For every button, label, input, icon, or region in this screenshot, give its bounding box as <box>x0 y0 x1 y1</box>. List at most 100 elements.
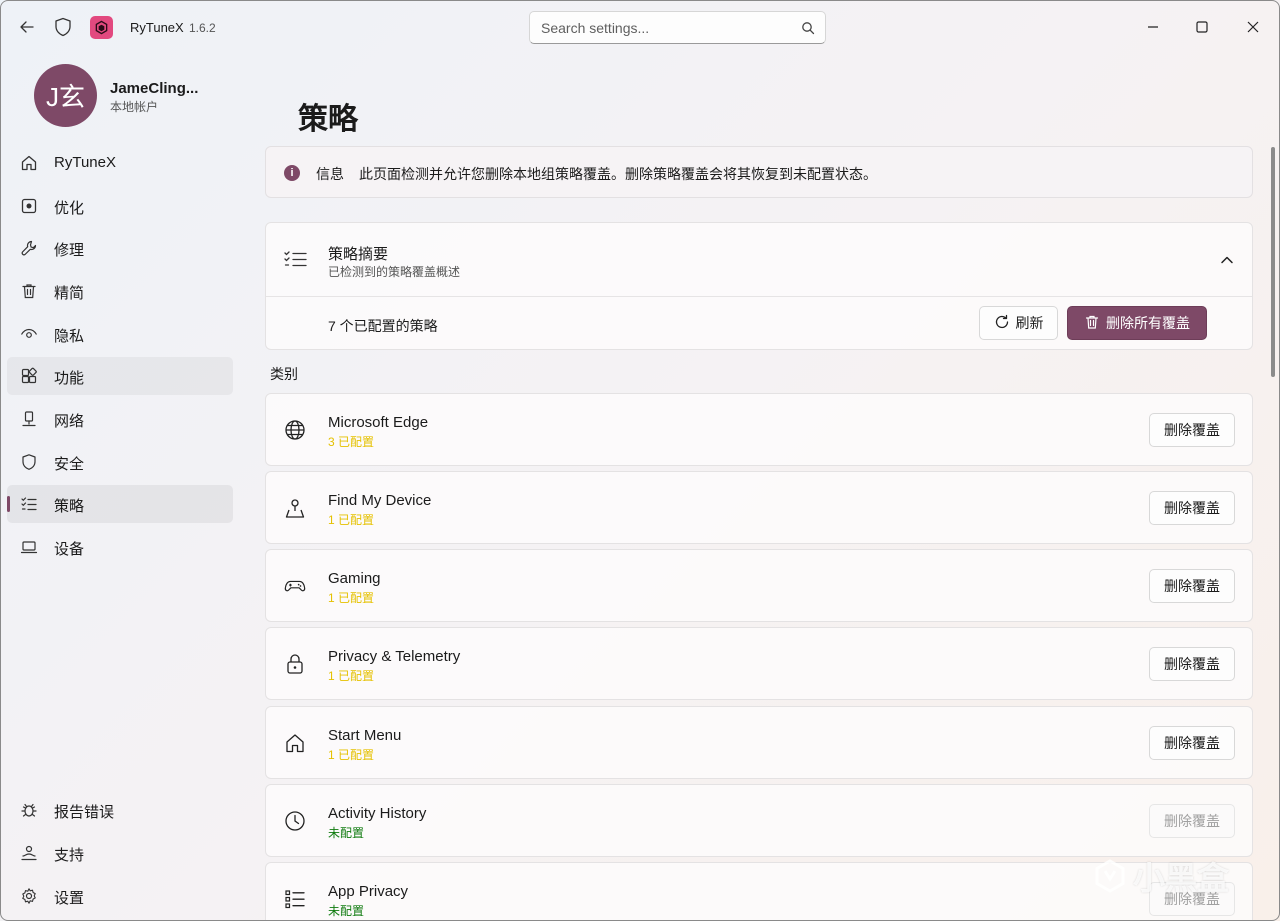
sidebar-item-label: 安全 <box>54 456 85 473</box>
category-card-microsoft-edge: Microsoft Edge 3 已配置 删除覆盖 <box>265 393 1253 466</box>
avatar[interactable]: J玄 <box>34 64 97 127</box>
configured-count: 7 个已配置的策略 <box>328 318 438 334</box>
policy-icon <box>284 249 308 274</box>
category-name: Microsoft Edge <box>328 414 429 431</box>
chevron-up-icon[interactable] <box>1220 252 1234 270</box>
refresh-label: 刷新 <box>1015 315 1044 331</box>
category-status: 1 已配置 <box>328 591 375 605</box>
sidebar-item-report-bug[interactable]: 报告错误 <box>7 791 233 829</box>
category-status: 1 已配置 <box>328 748 375 762</box>
category-card-gaming: Gaming 1 已配置 删除覆盖 <box>265 549 1253 622</box>
category-name: Start Menu <box>328 727 402 744</box>
category-name: Activity History <box>328 805 427 822</box>
location-icon <box>284 497 306 519</box>
category-status: 3 已配置 <box>328 435 375 449</box>
sidebar-item-network[interactable]: 网络 <box>7 400 233 438</box>
sidebar-item-debloat[interactable]: 精简 <box>7 272 233 310</box>
trash-icon <box>1084 314 1100 333</box>
sidebar-item-label: 优化 <box>54 200 85 217</box>
delete-override-button[interactable]: 删除覆盖 <box>1149 804 1235 838</box>
category-card-activity-history: Activity History 未配置 删除覆盖 <box>265 784 1253 857</box>
app-version: 1.6.2 <box>189 21 216 35</box>
user-name: JameCling... <box>110 80 199 97</box>
page-title: 策略 <box>298 103 358 136</box>
watermark: 小黑盒 <box>1093 853 1229 899</box>
maximize-button[interactable] <box>1190 15 1214 39</box>
sidebar-item-label: 网络 <box>54 413 85 430</box>
delete-override-button[interactable]: 删除覆盖 <box>1149 413 1235 447</box>
sidebar-item-label: 报告错误 <box>54 804 115 821</box>
trash-icon <box>19 281 39 301</box>
delete-all-label: 删除所有覆盖 <box>1106 315 1190 331</box>
gamepad-icon <box>284 575 306 597</box>
refresh-button[interactable]: 刷新 <box>979 306 1058 340</box>
app-window: RyTuneX 1.6.2 Search settings... J玄 Jame… <box>0 0 1280 921</box>
support-icon <box>19 843 39 863</box>
list-icon <box>284 888 306 910</box>
sidebar-item-label: 精简 <box>54 285 85 302</box>
divider <box>266 296 1252 297</box>
sidebar-item-privacy[interactable]: 隐私 <box>7 315 233 353</box>
refresh-icon <box>994 314 1010 333</box>
info-message: 此页面检测并允许您删除本地组策略覆盖。删除策略覆盖会将其恢复到未配置状态。 <box>359 166 877 182</box>
search-input[interactable]: Search settings... <box>529 11 826 44</box>
summary-title: 策略摘要 <box>328 246 389 263</box>
sidebar-item-optimize[interactable]: 优化 <box>7 187 233 225</box>
sidebar-item-label: 支持 <box>54 847 85 864</box>
scrollbar[interactable] <box>1271 147 1275 377</box>
sidebar-item-home[interactable]: RyTuneX <box>7 144 233 182</box>
watermark-text: 小黑盒 <box>1133 860 1230 896</box>
delete-override-button[interactable]: 删除覆盖 <box>1149 647 1235 681</box>
features-icon <box>19 366 39 386</box>
gear-icon <box>19 886 39 906</box>
wrench-icon <box>19 238 39 258</box>
policy-icon <box>19 494 39 514</box>
shield-icon <box>51 15 75 39</box>
home-icon <box>284 732 306 754</box>
app-name: RyTuneX <box>130 20 184 35</box>
policy-summary-card: 策略摘要 已检测到的策略覆盖概述 7 个已配置的策略 刷新 删除所有覆盖 <box>265 222 1253 350</box>
laptop-icon <box>19 537 39 557</box>
category-status: 1 已配置 <box>328 513 375 527</box>
home-icon <box>19 153 39 173</box>
category-status: 未配置 <box>328 904 365 918</box>
category-card-find-my-device: Find My Device 1 已配置 删除覆盖 <box>265 471 1253 544</box>
sidebar-item-policy[interactable]: 策略 <box>7 485 233 523</box>
category-name: App Privacy <box>328 883 409 900</box>
network-icon <box>19 409 39 429</box>
close-button[interactable] <box>1241 15 1265 39</box>
account-type: 本地帐户 <box>110 100 159 114</box>
sidebar-item-features[interactable]: 功能 <box>7 357 233 395</box>
category-name: Privacy & Telemetry <box>328 648 461 665</box>
shield-icon <box>19 452 39 472</box>
category-status: 未配置 <box>328 826 365 840</box>
sidebar-item-label: 修理 <box>54 242 85 259</box>
categories-heading: 类别 <box>270 366 298 382</box>
delete-override-button[interactable]: 删除覆盖 <box>1149 726 1235 760</box>
summary-subtitle: 已检测到的策略覆盖概述 <box>328 265 461 279</box>
sidebar-item-support[interactable]: 支持 <box>7 834 233 872</box>
globe-icon <box>284 419 306 441</box>
category-name: Find My Device <box>328 492 432 509</box>
category-card-privacy-telemetry: Privacy & Telemetry 1 已配置 删除覆盖 <box>265 627 1253 700</box>
clock-icon <box>284 810 306 832</box>
sidebar-item-label: 功能 <box>54 370 85 387</box>
sidebar-item-settings[interactable]: 设置 <box>7 877 233 915</box>
bug-icon <box>19 800 39 820</box>
selection-indicator <box>7 496 10 512</box>
sidebar-item-label: 设备 <box>54 541 85 558</box>
search-placeholder: Search settings... <box>541 20 650 36</box>
info-title: 信息 <box>316 166 344 182</box>
sidebar-item-security[interactable]: 安全 <box>7 443 233 481</box>
title-bar: RyTuneX 1.6.2 Search settings... <box>1 1 1279 53</box>
back-arrow-icon[interactable] <box>15 15 39 39</box>
sidebar-item-repair[interactable]: 修理 <box>7 229 233 267</box>
delete-override-button[interactable]: 删除覆盖 <box>1149 491 1235 525</box>
info-bar: i 信息 此页面检测并允许您删除本地组策略覆盖。删除策略覆盖会将其恢复到未配置状… <box>265 146 1253 198</box>
delete-all-overrides-button[interactable]: 删除所有覆盖 <box>1067 306 1207 340</box>
minimize-button[interactable] <box>1141 15 1165 39</box>
search-icon[interactable] <box>801 21 815 40</box>
sidebar-item-device[interactable]: 设备 <box>7 528 233 566</box>
delete-override-button[interactable]: 删除覆盖 <box>1149 569 1235 603</box>
sidebar-item-label: 设置 <box>54 890 85 907</box>
